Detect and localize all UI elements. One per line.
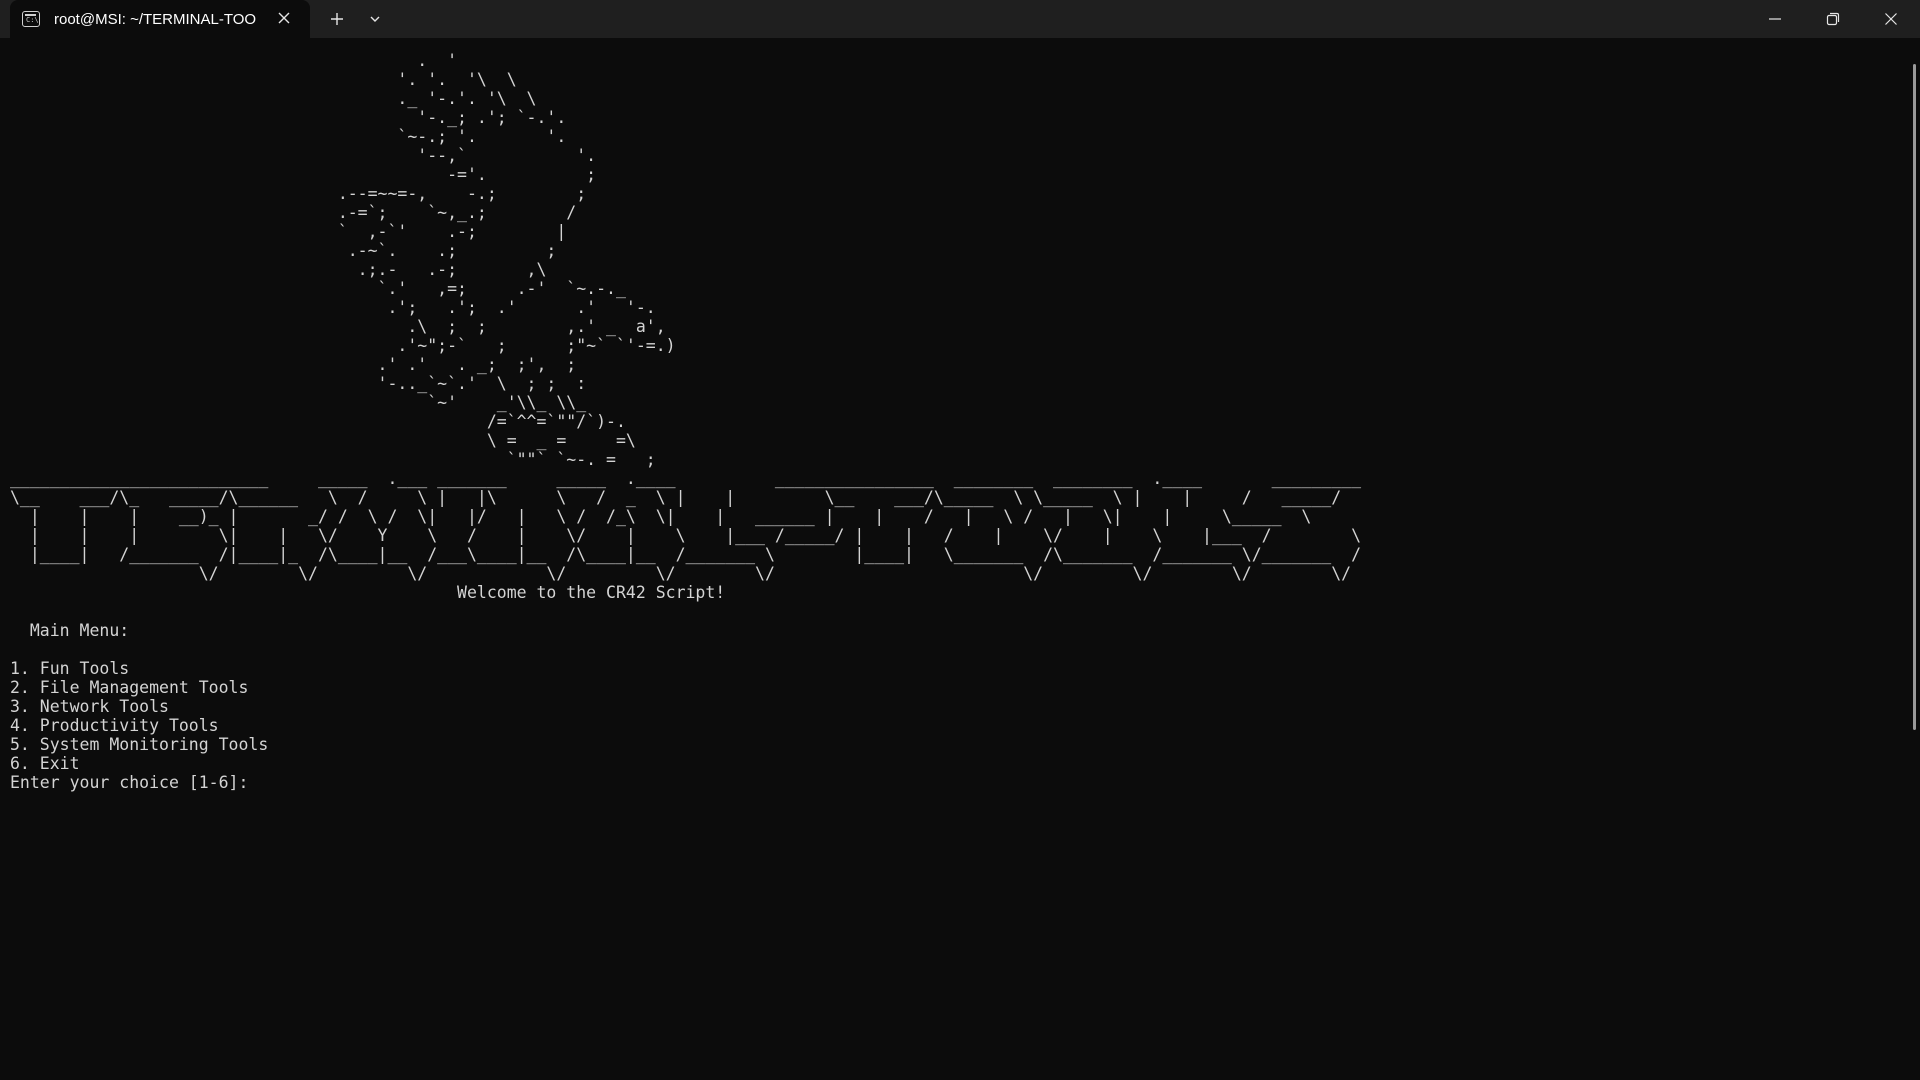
restore-icon[interactable] [1804, 0, 1862, 38]
tab-title: root@MSI: ~/TERMINAL-TOO [54, 10, 257, 28]
menu-item-2: 2. File Management Tools [10, 678, 249, 697]
terminal-icon-glyph: C:\ [26, 16, 39, 24]
close-window-icon[interactable] [1862, 0, 1920, 38]
title-bar-drag-area[interactable] [394, 0, 1746, 38]
scrollbar-thumb[interactable] [1913, 64, 1916, 730]
terminal-icon: C:\ [22, 11, 40, 27]
input-prompt[interactable]: Enter your choice [1-6]: [10, 773, 1361, 792]
menu-item-1: 1. Fun Tools [10, 659, 130, 678]
terminal-output: . ' '. '. '\ \ ._ '-.'. '\ \ '-._; .'; `… [10, 51, 1361, 792]
menu-item-3: 3. Network Tools [10, 697, 169, 716]
plus-icon[interactable] [318, 0, 356, 38]
menu-title: Main Menu: [10, 621, 130, 640]
menu-item-6: 6. Exit [10, 754, 80, 773]
ascii-banner: . ' '. '. '\ \ ._ '-.'. '\ \ '-._; .'; `… [10, 51, 1362, 583]
tab-active[interactable]: C:\ root@MSI: ~/TERMINAL-TOO [10, 0, 310, 38]
terminal-pane[interactable]: . ' '. '. '\ \ ._ '-.'. '\ \ '-._; .'; `… [0, 38, 1920, 1080]
minimize-icon[interactable] [1746, 0, 1804, 38]
menu-item-4: 4. Productivity Tools [10, 716, 219, 735]
chevron-down-icon[interactable] [356, 0, 394, 38]
close-icon[interactable] [276, 10, 292, 26]
welcome-message: Welcome to the CR42 Script! [10, 583, 726, 602]
menu-item-5: 5. System Monitoring Tools [10, 735, 269, 754]
title-bar: C:\ root@MSI: ~/TERMINAL-TOO [0, 0, 1920, 38]
vertical-scrollbar[interactable] [1906, 38, 1920, 1080]
